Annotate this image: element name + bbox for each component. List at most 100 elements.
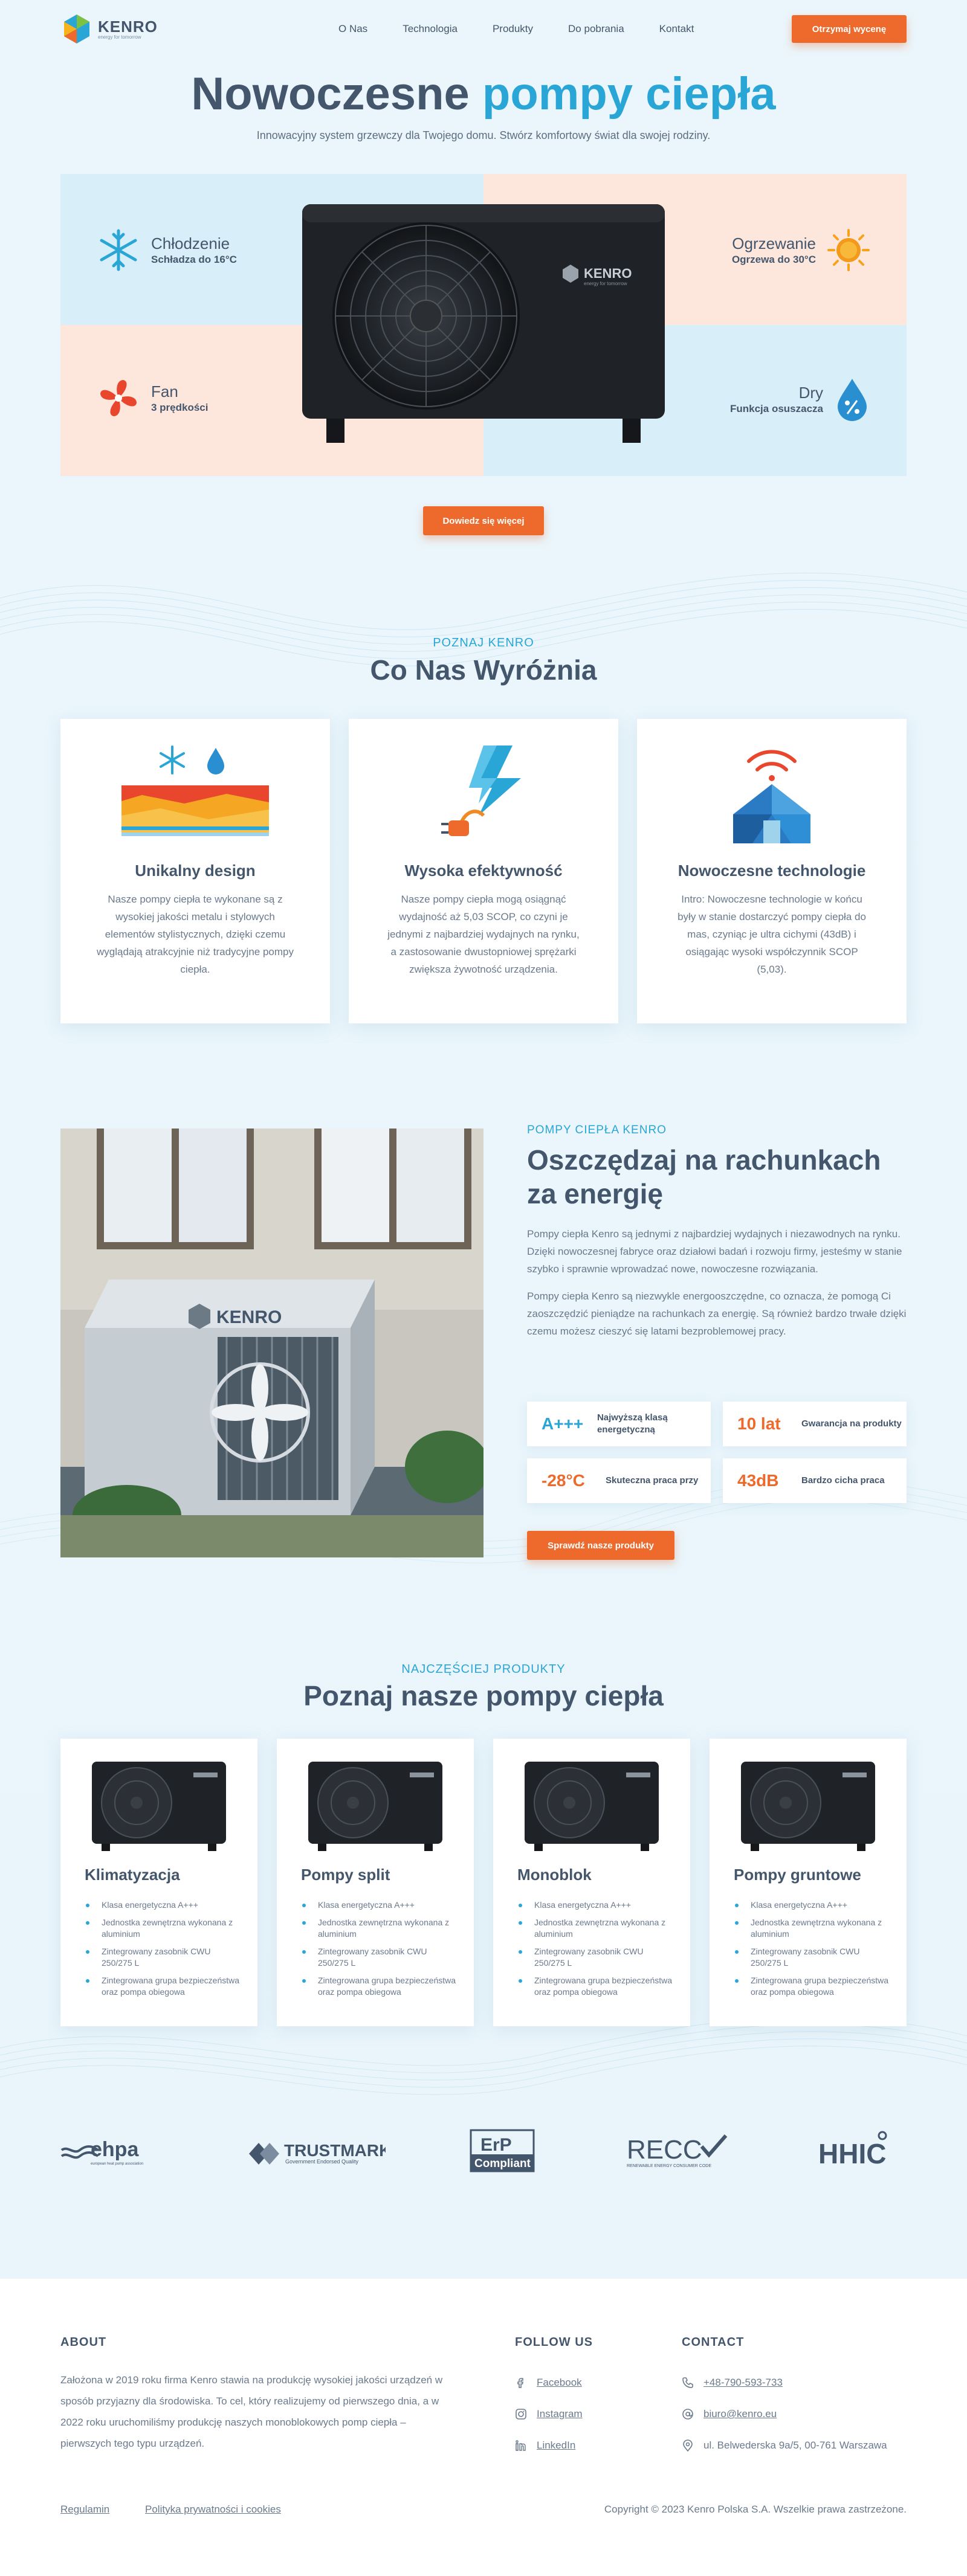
footer-about-title: ABOUT	[60, 2336, 107, 2349]
feature-dry: Dry Funkcja osuszacza	[730, 376, 870, 422]
product-card-pompy-split[interactable]: Pompy split Klasa energetyczna A+++ Jedn…	[277, 1739, 474, 2026]
feature-card-design: Unikalny design Nasze pompy ciepła te wy…	[60, 719, 330, 1023]
feature-heating: Ogrzewanie Ogrzewa do 30°C	[732, 228, 870, 272]
products-title: Poznaj nasze pompy ciepła	[303, 1680, 664, 1711]
product-feature: Klasa energetyczna A+++	[301, 1899, 458, 1911]
nav-link-produkty[interactable]: Produkty	[493, 23, 533, 35]
erp-compliant-logo: ErP Compliant	[470, 2129, 535, 2172]
product-card-pompy-gruntowe[interactable]: Pompy gruntowe Klasa energetyczna A+++ J…	[710, 1739, 907, 2026]
feature-sub: Funkcja osuszacza	[729, 402, 823, 414]
stat-value: A+++	[542, 1414, 584, 1433]
about-kicker: POMPY CIEPŁA KENRO	[527, 1124, 667, 1136]
card-title: Wysoka efektywność	[404, 861, 563, 880]
partner-logos: ehpa european heat pump association TRUS…	[60, 2127, 907, 2175]
smart-home-icon	[733, 750, 810, 843]
stat-value: 10 lat	[737, 1414, 781, 1433]
about-title: Oszczędzaj na rachunkach za energię	[527, 1144, 881, 1209]
privacy-policy-link[interactable]: Polityka prywatności i cookies	[145, 2504, 281, 2516]
at-sign-icon	[682, 2409, 693, 2420]
product-feature: Zintegrowany zasobnik CWU 250/275 L	[85, 1946, 242, 1969]
instagram-label: Instagram	[537, 2408, 583, 2420]
copyright: Copyright © 2023 Kenro Polska S.A. Wszel…	[604, 2504, 907, 2515]
feature-card-technology: Nowoczesne technologie Intro: Nowoczesne…	[637, 719, 907, 1023]
recc-text: RECC	[627, 2135, 702, 2165]
card-title: Nowoczesne technologie	[678, 861, 866, 880]
recc-sub: RENEWABLE ENERGY CONSUMER CODE	[627, 2164, 711, 2168]
terms-link[interactable]: Regulamin	[60, 2504, 109, 2516]
instagram-link[interactable]: Instagram	[515, 2408, 583, 2420]
logo[interactable]: KENRO energy for tomorrow	[60, 13, 296, 45]
hero-title: Nowoczesne pompy ciepła	[0, 68, 967, 120]
phone-link[interactable]: +48-790-593-733	[682, 2377, 783, 2389]
feature-cooling: Chłodzenie Schładza do 16°C	[97, 228, 237, 272]
feature-title: Ogrzewanie	[732, 234, 816, 253]
page: KENRO energy for tomorrow O Nas Technolo…	[0, 0, 967, 2576]
location-pin-icon	[683, 2439, 693, 2452]
linkedin-label: LinkedIn	[537, 2439, 576, 2451]
why-kicker: POZNAJ KENRO	[433, 636, 534, 649]
feature-sub: Ogrzewa do 30°C	[731, 253, 816, 265]
unit-tagline: energy for tomorrow	[584, 281, 627, 286]
email-link[interactable]: biuro@kenro.eu	[682, 2408, 777, 2420]
get-quote-button[interactable]: Otrzymaj wycenę	[792, 15, 907, 43]
product-feature: Zintegrowana grupa bezpieczeństwa oraz p…	[85, 1975, 242, 1998]
logo-text: KENRO	[98, 17, 158, 36]
hero-panel: Chłodzenie Schładza do 16°C Ogrzewanie Ogr…	[60, 174, 907, 476]
hero-subtitle: Innowacyjny system grzewczy dla Twojego …	[256, 129, 711, 141]
product-card-monoblok[interactable]: Monoblok Klasa energetyczna A+++ Jednost…	[493, 1739, 690, 2026]
card-title: Unikalny design	[135, 861, 256, 880]
hhic-logo: HHIC	[818, 2131, 887, 2169]
about-paragraph-2: Pompy ciepła Kenro są niezwykle energoos…	[527, 1290, 907, 1337]
stat-label: Bardzo cicha praca	[801, 1475, 885, 1486]
facebook-icon	[517, 2378, 523, 2388]
about-content: POMPY CIEPŁA KENRO Oszczędzaj na rachunk…	[527, 1124, 907, 1340]
facebook-link[interactable]: Facebook	[515, 2377, 582, 2389]
stat-min-temperature: -28°C Skuteczna praca przy	[527, 1458, 711, 1503]
check-products-button[interactable]: Sprawdź nasze produkty	[527, 1531, 674, 1560]
nav-link-technologia[interactable]: Technologia	[403, 23, 458, 35]
lightning-plug-icon	[441, 745, 521, 836]
feature-sub: 3 prędkości	[151, 401, 209, 413]
nav-link-o-nas[interactable]: O Nas	[338, 23, 367, 35]
product-image	[92, 1762, 226, 1851]
product-card-klimatyzacja[interactable]: Klimatyzacja Klasa energetyczna A+++ Jed…	[60, 1739, 257, 2026]
product-feature: Zintegrowana grupa bezpieczeństwa oraz p…	[517, 1975, 674, 1998]
address: ul. Belwederska 9a/5, 00-761 Warszawa	[682, 2439, 887, 2452]
product-name: Klimatyzacja	[85, 1866, 180, 1884]
erp-compliant-text: Compliant	[474, 2157, 531, 2170]
product-feature: Jednostka zewnętrzna wykonana z aluminiu…	[734, 1917, 891, 1940]
phone-label: +48-790-593-733	[703, 2377, 783, 2388]
hhic-text: HHIC	[818, 2138, 886, 2169]
nav-link-kontakt[interactable]: Kontakt	[659, 23, 694, 35]
product-feature: Klasa energetyczna A+++	[85, 1899, 242, 1911]
product-feature: Zintegrowana grupa bezpieczeństwa oraz p…	[301, 1975, 458, 1998]
product-feature: Zintegrowany zasobnik CWU 250/275 L	[301, 1946, 458, 1969]
product-image	[525, 1762, 659, 1851]
trustmark-sub: Government Endorsed Quality	[285, 2159, 359, 2165]
stat-label: Gwarancja na produkty	[801, 1418, 902, 1429]
nav-link-do-pobrania[interactable]: Do pobrania	[568, 23, 624, 35]
product-image	[308, 1762, 442, 1851]
stat-label: Skuteczna praca przy	[606, 1475, 699, 1486]
erp-text: ErP	[480, 2135, 512, 2155]
product-feature: Jednostka zewnętrzna wykonana z aluminiu…	[85, 1917, 242, 1940]
footer-about-text: Założona w 2019 roku firma Kenro stawia …	[60, 2374, 443, 2449]
product-feature: Jednostka zewnętrzna wykonana z aluminiu…	[517, 1917, 674, 1940]
product-feature: Zintegrowana grupa bezpieczeństwa oraz p…	[734, 1975, 891, 1998]
learn-more-button[interactable]: Dowiedz się więcej	[423, 506, 544, 535]
recc-logo: RECC RENEWABLE ENERGY CONSUMER CODE	[627, 2134, 727, 2168]
photo-brand: KENRO	[216, 1307, 282, 1327]
product-feature: Klasa energetyczna A+++	[517, 1899, 674, 1911]
product-feature: Zintegrowany zasobnik CWU 250/275 L	[734, 1946, 891, 1969]
card-text: Nasze pompy ciepła mogą osiągnąć wydajno…	[387, 894, 580, 975]
linkedin-link[interactable]: LinkedIn	[515, 2439, 575, 2452]
instagram-icon	[516, 2409, 526, 2420]
phone-icon	[682, 2377, 693, 2388]
feature-title: Dry	[798, 384, 823, 402]
site-footer: ABOUT Założona w 2019 roku firma Kenro s…	[0, 2279, 967, 2576]
footer-contact-title: CONTACT	[682, 2336, 745, 2349]
feature-fan: Fan 3 prędkości	[97, 376, 209, 420]
linkedin-icon	[516, 2440, 526, 2451]
ehpa-text: ehpa	[91, 2138, 139, 2161]
feature-card-efficiency: Wysoka efektywność Nasze pompy ciepła mo…	[349, 719, 618, 1023]
